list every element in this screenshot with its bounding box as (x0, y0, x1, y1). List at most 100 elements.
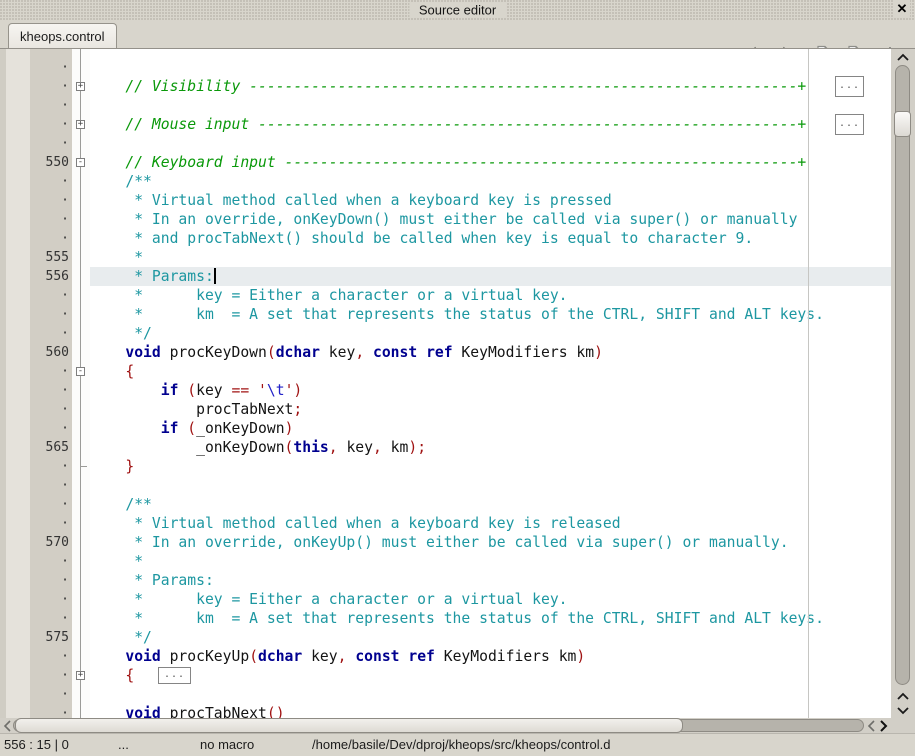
code-line-text[interactable]: * In an override, onKeyUp() must either … (90, 533, 891, 552)
code-line-text[interactable]: { (90, 666, 891, 685)
line-number: · (0, 381, 72, 400)
fold-collapse-icon[interactable]: - (76, 367, 85, 376)
line-number: 575 (0, 628, 72, 647)
code-line: · * and procTabNext() should be called w… (0, 229, 891, 248)
fold-expand-icon[interactable]: + (76, 82, 85, 91)
code-line-text[interactable]: /** (90, 495, 891, 514)
line-number: · (0, 191, 72, 210)
code-line-text[interactable]: // Mouse input -------------------------… (90, 115, 891, 134)
right-margin-line (808, 49, 809, 718)
code-line: · } (0, 457, 891, 476)
code-line-text[interactable]: * Params: (90, 267, 891, 286)
horizontal-scroll-thumb[interactable] (15, 718, 683, 733)
code-line-text[interactable]: * and procTabNext() should be called whe… (90, 229, 891, 248)
line-number: · (0, 685, 72, 704)
fold-cell (72, 609, 90, 628)
code-line-text[interactable]: { (90, 362, 891, 381)
code-line-text[interactable]: void procTabNext() (90, 704, 891, 718)
code-editor[interactable]: ··+ // Visibility ----------------------… (0, 49, 891, 718)
folded-block-ellipsis[interactable]: ... (835, 114, 864, 135)
code-line: · * km = A set that represents the statu… (0, 305, 891, 324)
code-line-text[interactable] (90, 96, 891, 115)
line-number: · (0, 305, 72, 324)
tab-label: kheops.control (20, 29, 105, 44)
code-line-text[interactable]: * km = A set that represents the status … (90, 609, 891, 628)
fold-cell: + (72, 666, 90, 685)
code-line-text[interactable]: void procKeyDown(dchar key, const ref Ke… (90, 343, 891, 362)
code-line-text[interactable]: _onKeyDown(this, key, km); (90, 438, 891, 457)
code-line: · (0, 134, 891, 153)
code-line: · * Virtual method called when a keyboar… (0, 514, 891, 533)
code-line: 560 void procKeyDown(dchar key, const re… (0, 343, 891, 362)
code-line: · * Params: (0, 571, 891, 590)
code-line-text[interactable]: * Virtual method called when a keyboard … (90, 191, 891, 210)
code-line: · + // Visibility -----------------------… (0, 77, 891, 96)
fold-cell (72, 419, 90, 438)
code-line-text[interactable]: */ (90, 324, 891, 343)
line-number: · (0, 552, 72, 571)
vertical-scroll-track[interactable] (895, 65, 910, 685)
tab-kheops-control[interactable]: kheops.control (8, 23, 117, 48)
vertical-scroll-thumb[interactable] (894, 111, 911, 137)
scroll-right-icon[interactable] (876, 718, 890, 734)
code-line-text[interactable] (90, 476, 891, 495)
folded-block-ellipsis[interactable]: ... (158, 667, 191, 684)
code-line-text[interactable] (90, 685, 891, 704)
fold-cell (72, 286, 90, 305)
fold-expand-icon[interactable]: + (76, 671, 85, 680)
code-line-text[interactable]: /** (90, 172, 891, 191)
fold-cell (72, 514, 90, 533)
line-number: · (0, 609, 72, 628)
fold-cell: - (72, 362, 90, 381)
fold-cell (72, 457, 90, 476)
code-line-text[interactable]: if (_onKeyDown) (90, 419, 891, 438)
line-number: · (0, 362, 72, 381)
code-line-text[interactable]: * Params: (90, 571, 891, 590)
vertical-scrollbar[interactable] (891, 49, 915, 718)
code-line-text[interactable]: if (key == '\t') (90, 381, 891, 400)
close-icon[interactable]: ✕ (894, 0, 910, 18)
code-line: 550- // Keyboard input -----------------… (0, 153, 891, 172)
code-line-text[interactable] (90, 134, 891, 153)
scroll-left-icon[interactable] (0, 718, 14, 734)
code-line-text[interactable]: // Keyboard input ----------------------… (90, 153, 891, 172)
code-line: 565 _onKeyDown(this, key, km); (0, 438, 891, 457)
code-line-text[interactable]: * km = A set that represents the status … (90, 305, 891, 324)
fold-expand-icon[interactable]: + (76, 120, 85, 129)
status-caret-position: 556 : 15 | 0 (4, 737, 69, 752)
line-number: · (0, 571, 72, 590)
code-line-text[interactable]: * In an override, onKeyDown() must eithe… (90, 210, 891, 229)
fold-cell (72, 343, 90, 362)
code-line-text[interactable]: * (90, 248, 891, 267)
folded-block-ellipsis[interactable]: ... (835, 76, 864, 97)
code-line-text[interactable]: procTabNext; (90, 400, 891, 419)
line-number: · (0, 324, 72, 343)
horizontal-scrollbar[interactable] (0, 718, 891, 734)
code-line: · * Virtual method called when a keyboar… (0, 191, 891, 210)
fold-cell (72, 533, 90, 552)
fold-cell (72, 210, 90, 229)
scroll-up-icon[interactable] (891, 50, 915, 64)
code-line: · procTabNext; (0, 400, 891, 419)
code-line-text[interactable] (90, 58, 891, 77)
code-line-text[interactable]: * key = Either a character or a virtual … (90, 286, 891, 305)
code-line-text[interactable]: */ (90, 628, 891, 647)
code-line-text[interactable]: * Virtual method called when a keyboard … (90, 514, 891, 533)
code-line-text[interactable]: } (90, 457, 891, 476)
code-line: ·+ {... (0, 666, 891, 685)
line-number: 556 (0, 267, 72, 286)
code-line: 570 * In an override, onKeyUp() must eit… (0, 533, 891, 552)
code-line: · void procKeyUp(dchar key, const ref Ke… (0, 647, 891, 666)
fold-cell (72, 58, 90, 77)
fold-cell (72, 248, 90, 267)
code-line-text[interactable]: // Visibility --------------------------… (90, 77, 891, 96)
code-line-text[interactable]: void procKeyUp(dchar key, const ref KeyM… (90, 647, 891, 666)
scroll-down-icon[interactable] (891, 703, 915, 717)
code-line-text[interactable]: * (90, 552, 891, 571)
code-line: · (0, 58, 891, 77)
fold-collapse-icon[interactable]: - (76, 158, 85, 167)
line-number: · (0, 77, 72, 96)
code-line-text[interactable]: * key = Either a character or a virtual … (90, 590, 891, 609)
scroll-up-secondary-icon[interactable] (891, 689, 915, 703)
code-line: · (0, 685, 891, 704)
